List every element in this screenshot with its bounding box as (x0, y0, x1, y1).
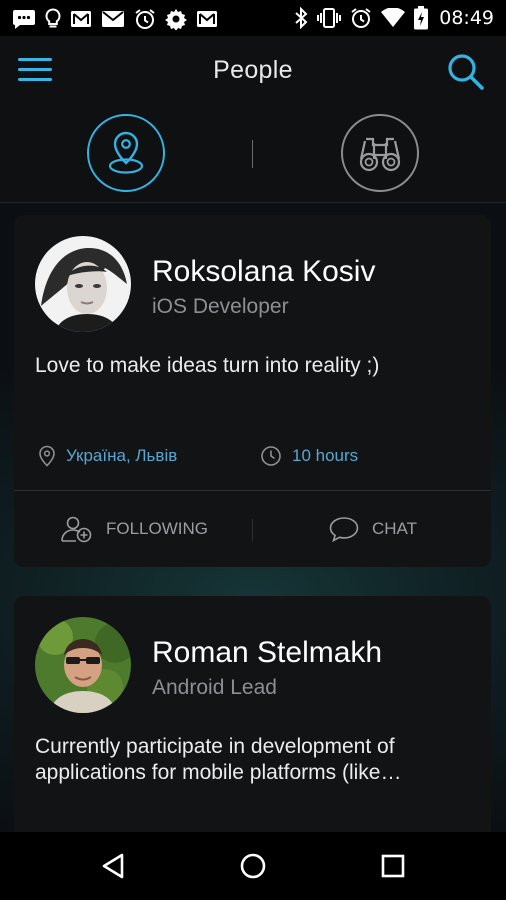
search-icon (448, 54, 484, 90)
gmail-icon (70, 10, 92, 28)
lightbulb-icon (45, 8, 61, 30)
clock-icon (261, 446, 281, 466)
home-icon (240, 853, 266, 879)
tab-bar (0, 106, 506, 203)
alarm-icon (134, 8, 156, 30)
search-button[interactable] (444, 50, 488, 94)
home-button[interactable] (233, 846, 273, 886)
vibrate-icon (317, 7, 342, 29)
recents-button[interactable] (373, 846, 413, 886)
user-add-icon (61, 516, 92, 543)
people-screen: People Roksolana Kosiv iOS Developer Lov… (0, 36, 506, 856)
person-location: Україна, Львів (38, 445, 177, 467)
chat-icon (329, 517, 359, 543)
system-nav-bar (0, 832, 506, 900)
app-bar: People (0, 36, 506, 106)
page-title: People (213, 56, 293, 84)
tab-nearby[interactable] (87, 114, 165, 192)
clock: 08:49 (439, 7, 494, 29)
person-card[interactable]: Roksolana Kosiv iOS Developer Love to ma… (14, 215, 491, 567)
tab-explore[interactable] (341, 114, 419, 192)
person-bio: Currently participate in development of … (35, 735, 402, 784)
back-icon (102, 853, 124, 879)
status-bar: 08:49 (0, 0, 506, 36)
alarm-icon (350, 7, 372, 29)
settings-cog-icon (165, 8, 187, 30)
card-actions: FOLLOWING CHAT (14, 491, 491, 567)
person-role: Android Lead (152, 676, 277, 699)
battery-charging-icon (414, 6, 429, 30)
mail-icon (101, 10, 125, 28)
map-pin-icon (108, 131, 144, 174)
back-button[interactable] (93, 846, 133, 886)
recents-icon (381, 854, 405, 878)
binoculars-icon (359, 137, 401, 172)
avatar[interactable] (35, 236, 131, 332)
following-button[interactable]: FOLLOWING (60, 491, 208, 567)
actions-divider (252, 519, 253, 541)
system-status-icons: 08:49 (294, 6, 494, 30)
location-text: Україна, Львів (66, 446, 178, 465)
gmail-icon (196, 10, 218, 28)
person-name: Roman Stelmakh (152, 636, 383, 669)
person-last-seen: 10 hours (260, 445, 358, 467)
person-role: iOS Developer (152, 295, 289, 318)
location-pin-icon (39, 445, 55, 467)
bluetooth-icon (294, 7, 308, 29)
following-label: FOLLOWING (106, 519, 209, 538)
notification-icons (12, 8, 218, 30)
wifi-icon (381, 8, 406, 28)
tab-divider (252, 140, 253, 168)
chat-button[interactable]: CHAT (328, 491, 417, 567)
time-ago-text: 10 hours (292, 446, 359, 465)
chat-label: CHAT (372, 519, 418, 538)
person-card[interactable]: Roman Stelmakh Android Lead Currently pa… (14, 596, 491, 856)
person-bio: Love to make ideas turn into reality ;) (35, 354, 380, 377)
person-name: Roksolana Kosiv (152, 255, 376, 288)
chat-bubble-icon (12, 8, 36, 30)
avatar[interactable] (35, 617, 131, 713)
